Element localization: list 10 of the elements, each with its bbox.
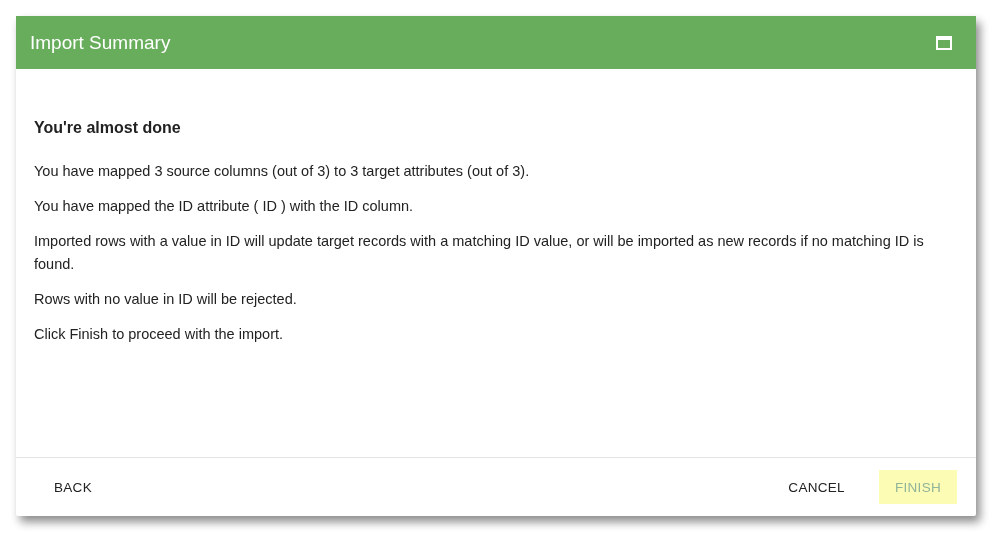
dialog-button[interactable]: BACK xyxy=(38,470,108,504)
window-title: Import Summary xyxy=(30,31,171,54)
summary-paragraph: You have mapped the ID attribute ( ID ) with the ID column. xyxy=(34,197,415,216)
summary-paragraph: Rows with no value in ID will be rejected. xyxy=(34,290,298,309)
dialog-button[interactable]: CANCEL xyxy=(772,470,861,504)
maximize-icon[interactable] xyxy=(936,35,952,50)
summary-paragraph: Click Finish to proceed with the import. xyxy=(34,325,284,344)
summary-heading: You're almost done xyxy=(34,119,182,137)
summary-paragraph: Imported rows with a value in ID will update target records with a matching ID value, or will be imported as new records if no matching ID is found. xyxy=(34,232,925,274)
summary-paragraph: You have mapped 3 source columns (out of 3) to 3 target attributes (out of 3). xyxy=(34,162,531,181)
